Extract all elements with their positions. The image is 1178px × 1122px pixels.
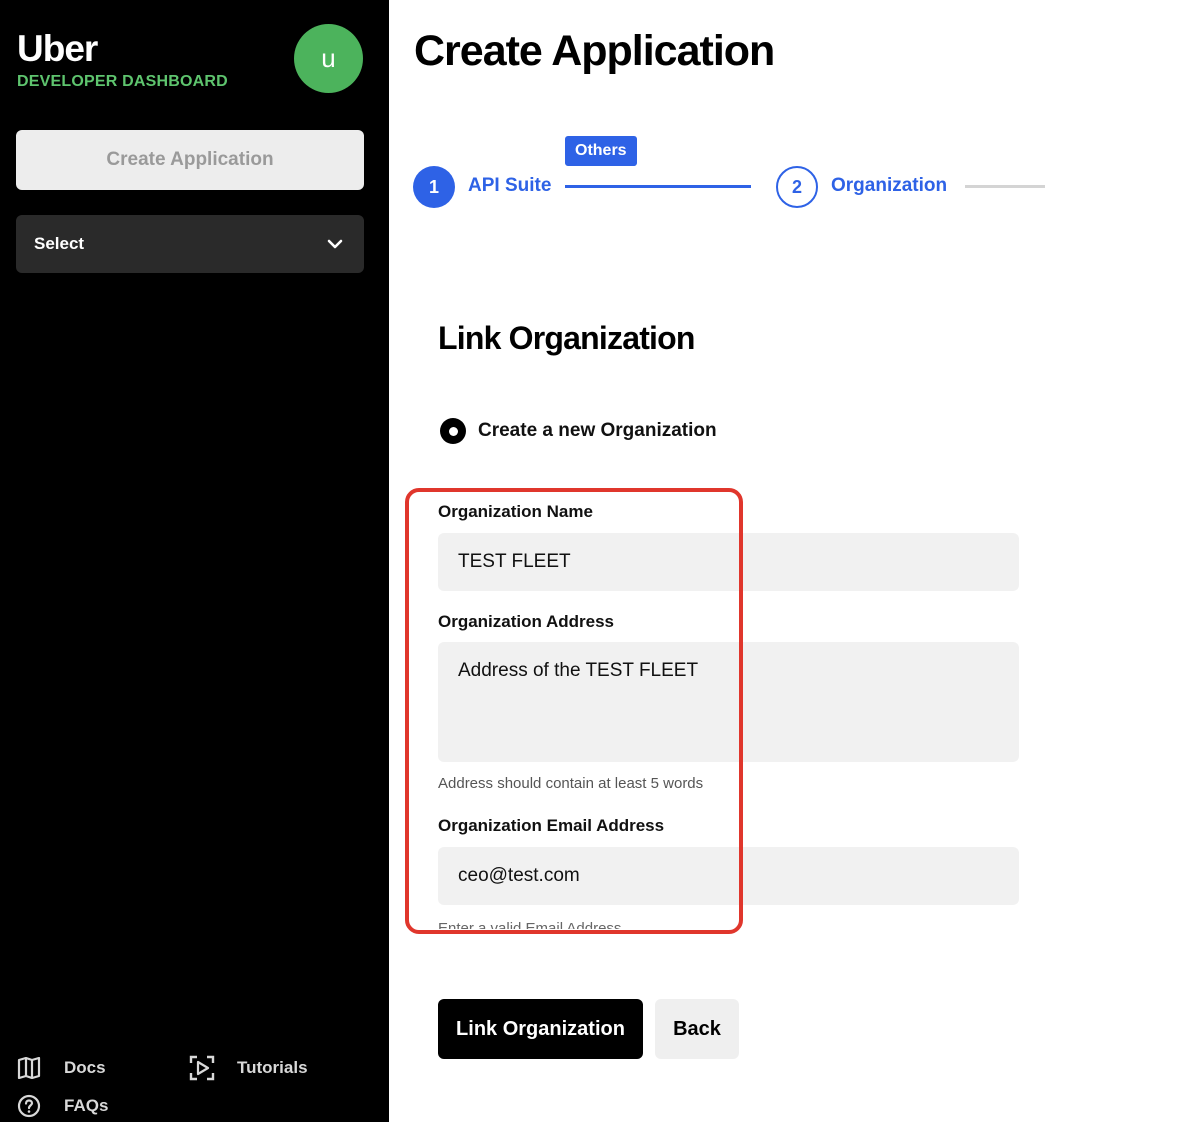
book-icon (16, 1055, 42, 1081)
step-remaining-line (965, 185, 1045, 188)
sidebar-faqs-link[interactable]: FAQs (16, 1093, 108, 1119)
chevron-down-icon (324, 233, 346, 255)
play-frame-icon (189, 1055, 215, 1081)
page-title: Create Application (414, 27, 775, 75)
link-organization-button[interactable]: Link Organization (438, 999, 643, 1059)
organization-name-label: Organization Name (438, 502, 593, 521)
step-progress-line (565, 185, 751, 188)
stepper: Others 1 API Suite 2 Organization (413, 136, 1073, 216)
radio-label: Create a new Organization (478, 420, 717, 441)
brand-logo: Uber (17, 28, 98, 69)
avatar[interactable]: u (294, 24, 363, 93)
organization-email-label: Organization Email Address (438, 816, 665, 835)
organization-email-input[interactable]: ceo@test.com (438, 847, 1019, 905)
sidebar: Uber DEVELOPER DASHBOARD u Create Applic… (0, 0, 389, 1122)
create-organization-radio[interactable]: Create a new Organization (440, 418, 717, 444)
step-badge: Others (565, 136, 637, 166)
help-circle-icon (16, 1093, 42, 1119)
back-button[interactable]: Back (655, 999, 739, 1059)
step-1-label[interactable]: API Suite (468, 175, 551, 197)
radio-selected-icon[interactable] (440, 418, 466, 444)
organization-name-value: TEST FLEET (458, 551, 571, 572)
organization-address-value: Address of the TEST FLEET (458, 660, 699, 681)
select-label: Select (34, 234, 85, 253)
faqs-label: FAQs (64, 1096, 109, 1115)
organization-email-value: ceo@test.com (458, 865, 580, 886)
sidebar-tutorials-link[interactable]: Tutorials (189, 1055, 308, 1081)
tutorials-label: Tutorials (237, 1058, 308, 1077)
organization-address-textarea[interactable]: Address of the TEST FLEET (438, 642, 1019, 762)
section-title: Link Organization (438, 320, 695, 356)
address-hint: Address should contain at least 5 words (438, 775, 704, 792)
sidebar-select-dropdown[interactable]: Select (16, 215, 364, 273)
email-hint: Enter a valid Email Address (438, 920, 622, 929)
step-2-circle[interactable]: 2 (776, 166, 818, 208)
sidebar-docs-link[interactable]: Docs (16, 1055, 106, 1081)
sidebar-create-application-button[interactable]: Create Application (16, 130, 364, 190)
docs-label: Docs (64, 1058, 106, 1077)
step-2-label[interactable]: Organization (831, 175, 947, 197)
organization-name-input[interactable]: TEST FLEET (438, 533, 1019, 591)
organization-address-label: Organization Address (438, 612, 615, 631)
brand-subtitle: DEVELOPER DASHBOARD (17, 73, 228, 90)
step-1-circle[interactable]: 1 (413, 166, 455, 208)
